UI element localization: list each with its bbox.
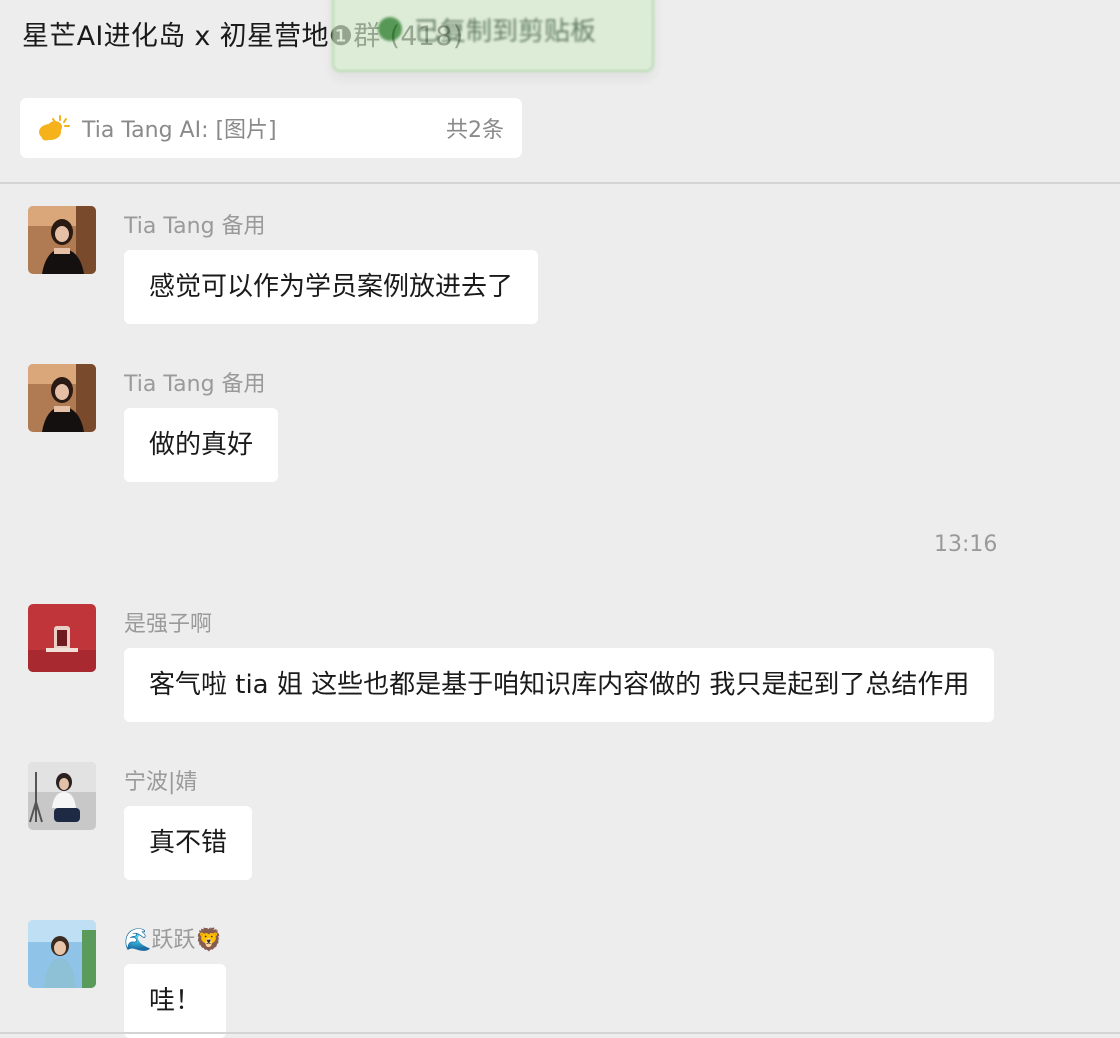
check-circle-icon [378,17,402,41]
copy-toast: 已复制到剪贴板 [332,0,654,72]
message-bubble[interactable]: 真不错 [124,806,253,880]
header-divider [0,182,1120,184]
toast-text: 已复制到剪贴板 [414,16,597,47]
message-timestamp: 13:16 [934,532,998,557]
sender-name[interactable]: Tia Tang 备用 [124,208,266,240]
message-bubble[interactable]: 感觉可以作为学员案例放进去了 [124,250,539,324]
sender-name[interactable]: 宁波|婧 [124,764,197,796]
message-bubble[interactable]: 哇！ [124,964,227,1038]
pinned-message-preview: Tia Tang AI: [图片] [82,118,277,143]
sender-name[interactable]: 是强子啊 [124,606,212,638]
pinned-sun-cloud-icon [39,115,70,141]
avatar[interactable] [28,762,96,830]
sender-name[interactable]: 🌊跃跃🦁 [124,922,223,954]
avatar[interactable] [28,920,96,988]
pinned-messages-bar[interactable]: Tia Tang AI: [图片] 共2条 [20,98,522,158]
avatar[interactable] [28,206,96,274]
message-bubble[interactable]: 做的真好 [124,408,279,482]
avatar[interactable] [28,604,96,672]
message-bubble[interactable]: 客气啦 tia 姐 这些也都是基于咱知识库内容做的 我只是起到了总结作用 [124,648,995,722]
avatar[interactable] [28,364,96,432]
pinned-count: 共2条 [446,118,504,143]
chat-header: 星芒AI进化岛 x 初星营地❶群 (418) 已复制到剪贴板 Tia Tang … [0,0,1120,183]
sender-name[interactable]: Tia Tang 备用 [124,366,266,398]
